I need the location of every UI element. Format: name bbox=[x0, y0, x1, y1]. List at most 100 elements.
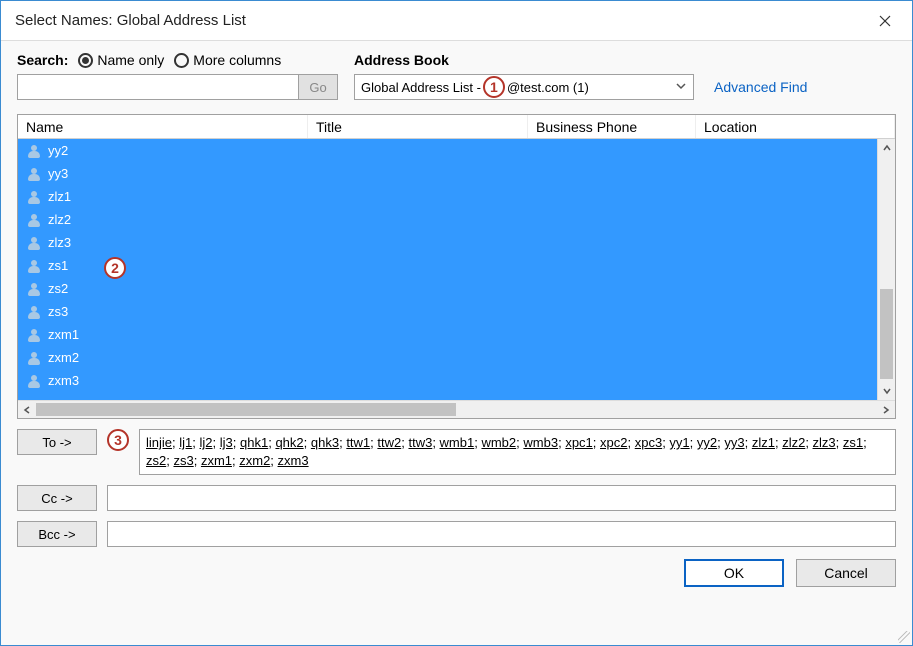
recipient[interactable]: wmb1 bbox=[440, 435, 475, 450]
recipient[interactable]: ttw3 bbox=[408, 435, 432, 450]
window-title: Select Names: Global Address List bbox=[15, 12, 862, 29]
vertical-scrollbar[interactable] bbox=[877, 139, 895, 400]
close-button[interactable] bbox=[862, 6, 908, 36]
radio-more-columns[interactable]: More columns bbox=[174, 52, 281, 68]
recipient[interactable]: zxm2 bbox=[239, 453, 270, 468]
cancel-button[interactable]: Cancel bbox=[796, 559, 896, 587]
recipient[interactable]: qhk1 bbox=[240, 435, 268, 450]
list-item[interactable]: zlz3 bbox=[18, 231, 877, 254]
person-icon bbox=[28, 352, 40, 364]
hscroll-thumb[interactable] bbox=[36, 403, 456, 416]
dialog-content: Search: Name only More columns bbox=[1, 41, 912, 645]
recipient[interactable]: zxm1 bbox=[201, 453, 232, 468]
list-item-name: zs3 bbox=[48, 304, 68, 319]
person-icon bbox=[28, 168, 40, 180]
recipient[interactable]: yy1 bbox=[669, 435, 689, 450]
address-list: Name Title Business Phone Location yy2yy… bbox=[17, 114, 896, 419]
recipient[interactable]: zs2 bbox=[146, 453, 166, 468]
list-item-name: zs1 bbox=[48, 258, 68, 273]
list-rows[interactable]: yy2 yy3 zlz1zlz2zlz3 zs1 zs2 zs3 zxm1 zxm2zxm3 bbox=[18, 139, 877, 400]
horizontal-scrollbar[interactable] bbox=[18, 400, 895, 418]
recipient[interactable]: zs1 bbox=[843, 435, 863, 450]
recipient[interactable]: lj1 bbox=[179, 435, 192, 450]
advanced-find-link[interactable]: Advanced Find bbox=[714, 79, 807, 95]
person-icon bbox=[28, 329, 40, 341]
col-phone[interactable]: Business Phone bbox=[528, 115, 696, 138]
recipient[interactable]: wmb3 bbox=[523, 435, 558, 450]
list-item[interactable]: yy3 bbox=[18, 162, 877, 185]
address-book-dropdown[interactable]: Global Address List - 1 @test.com (1) bbox=[354, 74, 694, 100]
scroll-up-icon[interactable] bbox=[878, 139, 895, 157]
cc-row: Cc -> bbox=[17, 485, 896, 511]
recipient[interactable]: wmb2 bbox=[481, 435, 516, 450]
dialog-select-names: Select Names: Global Address List Search… bbox=[0, 0, 913, 646]
list-item-name: zs2 bbox=[48, 281, 68, 296]
recipient[interactable]: xpc1 bbox=[565, 435, 592, 450]
bcc-row: Bcc -> bbox=[17, 521, 896, 547]
recipient[interactable]: linjie bbox=[146, 435, 172, 450]
recipient[interactable]: qhk2 bbox=[275, 435, 303, 450]
recipient[interactable]: lj3 bbox=[220, 435, 233, 450]
recipient[interactable]: zlz3 bbox=[813, 435, 836, 450]
to-button[interactable]: To -> bbox=[17, 429, 97, 455]
person-icon bbox=[28, 260, 40, 272]
search-block: Search: Name only More columns bbox=[17, 52, 338, 100]
recipient[interactable]: zlz1 bbox=[752, 435, 775, 450]
list-item[interactable]: zs3 bbox=[18, 300, 877, 323]
radio-name-only[interactable]: Name only bbox=[78, 52, 164, 68]
recipient[interactable]: xpc2 bbox=[600, 435, 627, 450]
person-icon bbox=[28, 191, 40, 203]
recipient[interactable]: zlz2 bbox=[782, 435, 805, 450]
search-input[interactable] bbox=[17, 74, 299, 100]
search-label: Search: bbox=[17, 52, 68, 68]
list-item[interactable]: zxm1 bbox=[18, 323, 877, 346]
scroll-down-icon[interactable] bbox=[878, 382, 895, 400]
to-field[interactable]: linjie; lj1; lj2; lj3; qhk1; qhk2; qhk3;… bbox=[139, 429, 896, 475]
col-location[interactable]: Location bbox=[696, 115, 895, 138]
scroll-thumb[interactable] bbox=[880, 289, 893, 379]
titlebar: Select Names: Global Address List bbox=[1, 1, 912, 41]
person-icon bbox=[28, 306, 40, 318]
recipient[interactable]: xpc3 bbox=[635, 435, 662, 450]
cc-field[interactable] bbox=[107, 485, 896, 511]
radio-icon bbox=[174, 53, 189, 68]
go-button[interactable]: Go bbox=[298, 74, 338, 100]
cc-button[interactable]: Cc -> bbox=[17, 485, 97, 511]
list-item[interactable]: zxm2 bbox=[18, 346, 877, 369]
search-row: Search: Name only More columns bbox=[17, 52, 896, 100]
col-name[interactable]: Name bbox=[18, 115, 308, 138]
recipient[interactable]: qhk3 bbox=[311, 435, 339, 450]
search-radio-group: Name only More columns bbox=[78, 52, 281, 68]
recipient[interactable]: yy2 bbox=[697, 435, 717, 450]
address-book-selected-suffix: @test.com (1) bbox=[507, 80, 589, 95]
bcc-button[interactable]: Bcc -> bbox=[17, 521, 97, 547]
recipient[interactable]: ttw1 bbox=[346, 435, 370, 450]
close-icon bbox=[879, 15, 891, 27]
person-icon bbox=[28, 145, 40, 157]
person-icon bbox=[28, 214, 40, 226]
recipient[interactable]: zs3 bbox=[173, 453, 193, 468]
list-item-name: zxm1 bbox=[48, 327, 79, 342]
list-item[interactable]: zxm3 bbox=[18, 369, 877, 392]
scroll-left-icon[interactable] bbox=[18, 405, 36, 415]
scroll-right-icon[interactable] bbox=[877, 405, 895, 415]
list-item[interactable]: zlz2 bbox=[18, 208, 877, 231]
recipient[interactable]: yy3 bbox=[724, 435, 744, 450]
recipient[interactable]: ttw2 bbox=[377, 435, 401, 450]
list-item[interactable]: zs2 bbox=[18, 277, 877, 300]
resize-grip[interactable] bbox=[898, 631, 910, 643]
list-item[interactable]: zlz1 bbox=[18, 185, 877, 208]
ok-button[interactable]: OK bbox=[684, 559, 784, 587]
address-book-selected-prefix: Global Address List - bbox=[361, 80, 481, 95]
bcc-field[interactable] bbox=[107, 521, 896, 547]
radio-more-columns-label: More columns bbox=[193, 52, 281, 68]
col-title[interactable]: Title bbox=[308, 115, 528, 138]
list-item[interactable]: zs1 bbox=[18, 254, 877, 277]
to-row: To -> 3 linjie; lj1; lj2; lj3; qhk1; qhk… bbox=[17, 429, 896, 475]
recipient[interactable]: zxm3 bbox=[278, 453, 309, 468]
annotation-2: 2 bbox=[104, 257, 126, 279]
list-item[interactable]: yy2 bbox=[18, 139, 877, 162]
recipient[interactable]: lj2 bbox=[200, 435, 213, 450]
chevron-down-icon bbox=[675, 80, 687, 95]
list-item-name: yy3 bbox=[48, 166, 68, 181]
